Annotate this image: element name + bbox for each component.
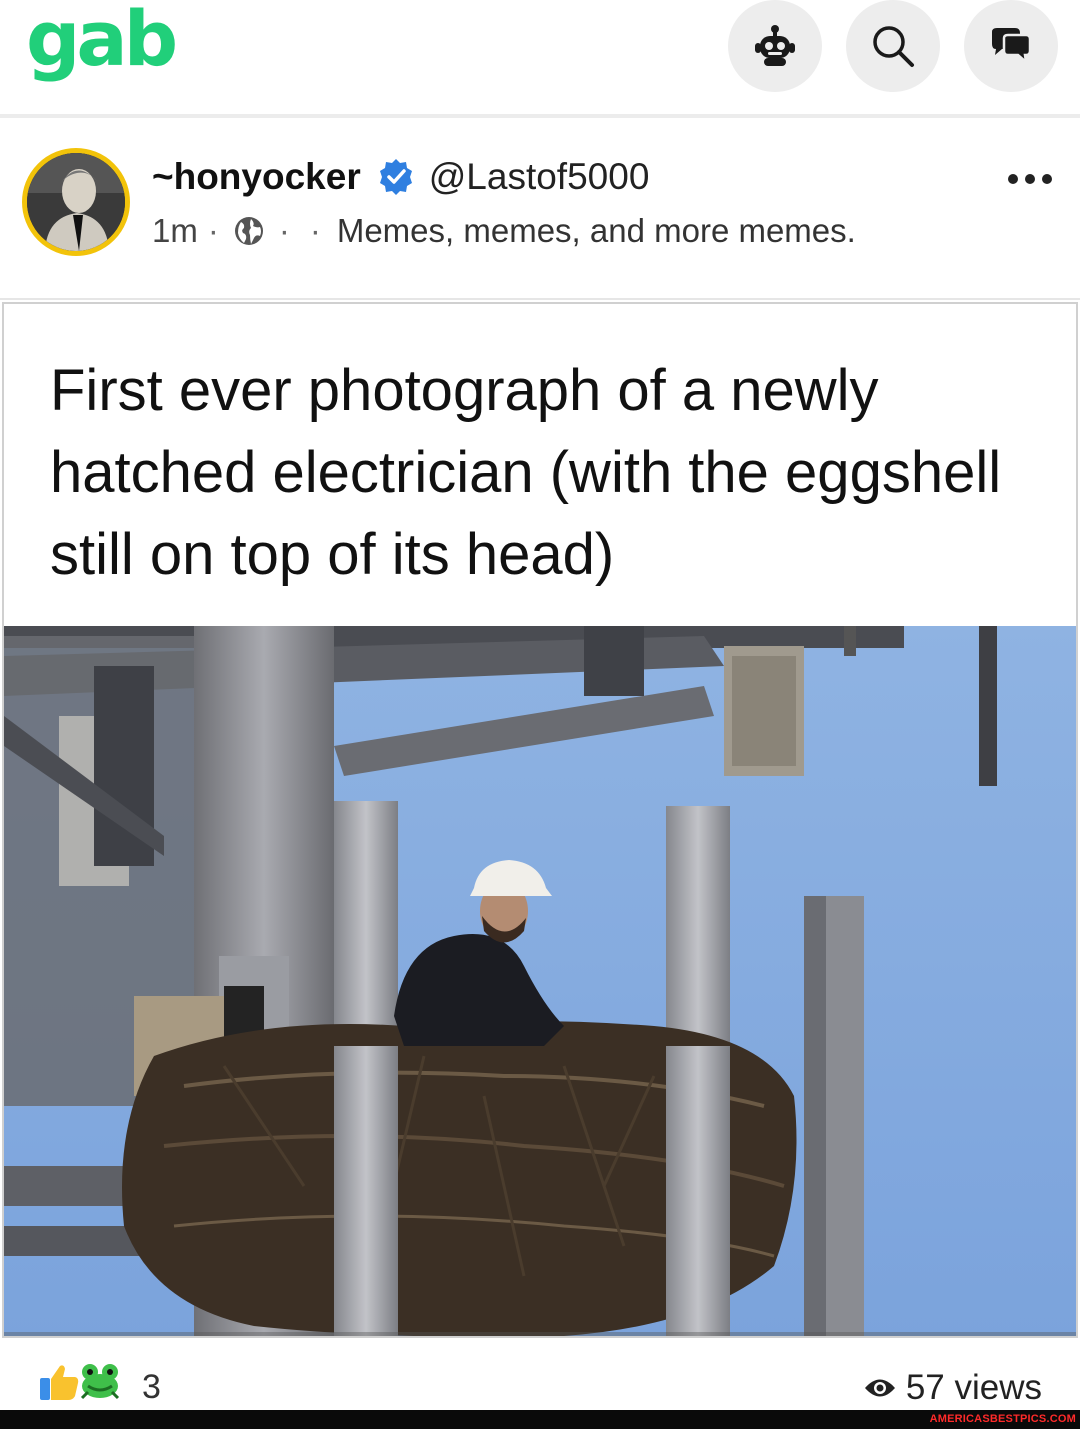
author-line: ~honyocker @Lastof5000 (152, 156, 649, 198)
bot-button[interactable] (728, 0, 822, 92)
ellipsis-icon[interactable] (1008, 174, 1052, 184)
view-count: 57 views (864, 1368, 1042, 1408)
frog-icon (80, 1364, 120, 1400)
reactions[interactable] (38, 1362, 124, 1402)
eye-icon (864, 1379, 895, 1397)
meta-separator: · (278, 212, 290, 249)
verified-badge-icon (379, 159, 412, 195)
globe-icon (234, 217, 263, 245)
watermark-bar: AMERICASBESTPICS.COM (0, 1410, 1080, 1429)
reaction-count[interactable]: 3 (142, 1368, 161, 1407)
gab-logo[interactable]: gab (26, 0, 178, 83)
meme-photo (4, 626, 1076, 1336)
thumbs-up-icon (40, 1365, 79, 1400)
author-display-name[interactable]: ~honyocker (152, 156, 361, 198)
post-footer: 3 57 views (0, 1340, 1080, 1412)
group-link[interactable]: Memes, memes, and more memes. (337, 212, 856, 250)
chat-button[interactable] (964, 0, 1058, 92)
post-header: ~honyocker @Lastof5000 1m · · · Memes, m… (0, 122, 1080, 300)
chat-icon (992, 28, 1032, 66)
watermark: AMERICASBESTPICS.COM (929, 1413, 1076, 1425)
meta-separator: · (309, 212, 321, 249)
post-meta: 1m · · · Memes, memes, and more memes. (152, 212, 856, 250)
meta-separator: · (207, 212, 219, 249)
post-media[interactable]: First ever photograph of a newly hatched… (2, 302, 1078, 1338)
ellipsis-dot (1008, 174, 1018, 184)
author-handle[interactable]: @Lastof5000 (429, 156, 650, 198)
avatar-portrait (27, 153, 125, 251)
ellipsis-dot (1025, 174, 1035, 184)
meme-caption: First ever photograph of a newly hatched… (50, 358, 1002, 587)
post-time[interactable]: 1m (152, 212, 198, 250)
robot-icon (755, 25, 795, 66)
ellipsis-dot (1042, 174, 1052, 184)
top-bar: gab (0, 0, 1080, 118)
search-button[interactable] (846, 0, 940, 92)
avatar[interactable] (22, 148, 130, 256)
search-icon (873, 26, 914, 67)
views-label: 57 views (905, 1368, 1042, 1407)
